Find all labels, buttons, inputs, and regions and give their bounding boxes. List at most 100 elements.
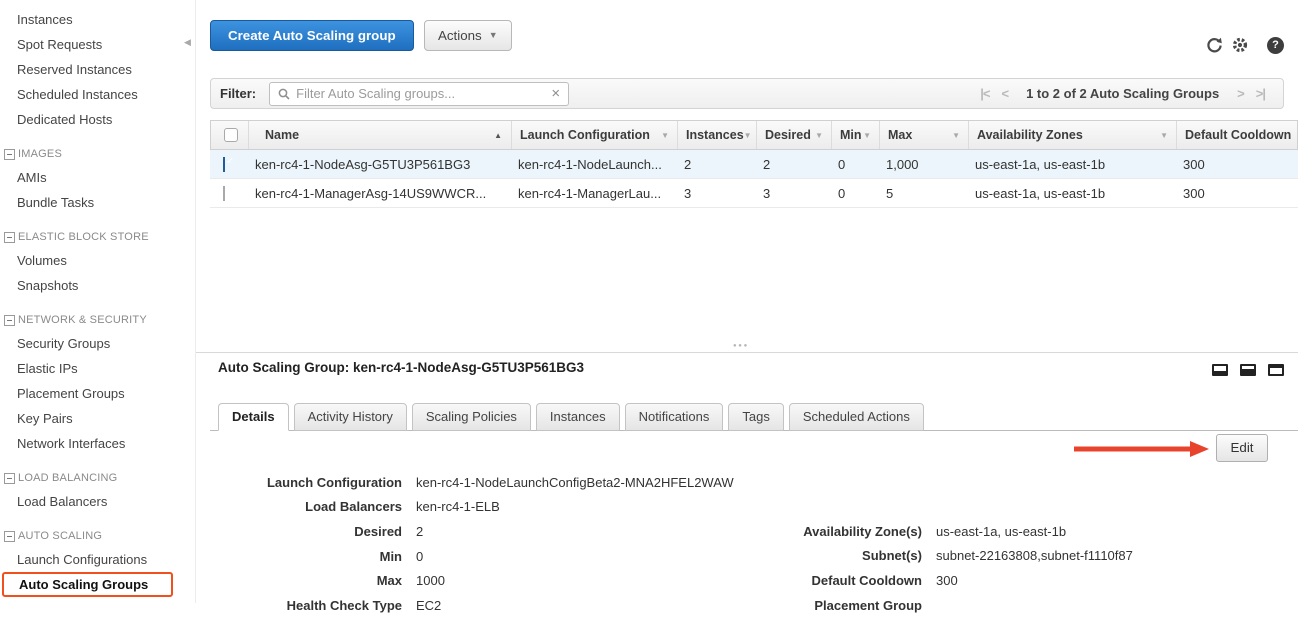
layout-full-pane-icon[interactable]: [1268, 364, 1284, 376]
sidebar-item-key-pairs[interactable]: Key Pairs: [0, 406, 195, 431]
filter-input[interactable]: [296, 86, 545, 101]
sidebar-item-volumes[interactable]: Volumes: [0, 248, 195, 273]
column-caret-icon: ▼: [1160, 131, 1168, 140]
tab-tags[interactable]: Tags: [728, 403, 783, 431]
search-box[interactable]: ×: [269, 82, 569, 106]
asg-table: Name▲ Launch Configuration▼ Instances▼ D…: [210, 120, 1298, 208]
tab-details[interactable]: Details: [218, 403, 289, 431]
cell-min: 0: [830, 186, 878, 201]
cell-desired: 3: [755, 186, 830, 201]
detail-tabs: Details Activity History Scaling Policie…: [210, 401, 1298, 431]
sidebar-section-elastic-block-store[interactable]: ELASTIC BLOCK STORE: [0, 226, 195, 248]
sidebar-item-reserved-instances[interactable]: Reserved Instances: [0, 57, 195, 82]
first-page-icon[interactable]: |<: [974, 86, 995, 101]
annotation-arrow: [1072, 440, 1212, 458]
cell-name: ken-rc4-1-NodeAsg-G5TU3P561BG3: [247, 157, 510, 172]
column-header-max[interactable]: Max▼: [879, 121, 968, 149]
sidebar-item-amis[interactable]: AMIs: [0, 165, 195, 190]
layout-bottom-pane-icon[interactable]: [1212, 364, 1228, 376]
cell-instances: 3: [676, 186, 755, 201]
detail-panel-title: Auto Scaling Group: ken-rc4-1-NodeAsg-G5…: [218, 360, 584, 375]
cell-default-cooldown: 300: [1175, 186, 1298, 201]
section-collapse-icon[interactable]: [4, 315, 15, 326]
field-min: Min 0: [210, 544, 734, 569]
row-checkbox[interactable]: [223, 157, 225, 172]
field-placement-group: Placement Group: [724, 593, 1133, 618]
sidebar-item-dedicated-hosts[interactable]: Dedicated Hosts: [0, 107, 195, 132]
column-header-availability-zones[interactable]: Availability Zones▼: [968, 121, 1176, 149]
cell-max: 1,000: [878, 157, 967, 172]
cell-launch-configuration: ken-rc4-1-NodeLaunch...: [510, 157, 676, 172]
pagination: |< < 1 to 2 of 2 Auto Scaling Groups > >…: [974, 86, 1271, 101]
cell-min: 0: [830, 157, 878, 172]
tab-instances[interactable]: Instances: [536, 403, 620, 431]
section-collapse-icon[interactable]: [4, 149, 15, 160]
sidebar-section-images[interactable]: IMAGES: [0, 143, 195, 165]
cell-launch-configuration: ken-rc4-1-ManagerLau...: [510, 186, 676, 201]
field-default-cooldown: Default Cooldown 300: [724, 568, 1133, 593]
sidebar-item-auto-scaling-groups[interactable]: Auto Scaling Groups: [2, 572, 173, 597]
create-auto-scaling-group-button[interactable]: Create Auto Scaling group: [210, 20, 414, 51]
sidebar-item-placement-groups[interactable]: Placement Groups: [0, 381, 195, 406]
section-collapse-icon[interactable]: [4, 473, 15, 484]
tab-notifications[interactable]: Notifications: [625, 403, 724, 431]
tab-activity-history[interactable]: Activity History: [294, 403, 407, 431]
section-collapse-icon[interactable]: [4, 531, 15, 542]
sort-asc-icon: ▲: [494, 131, 502, 140]
column-header-default-cooldown[interactable]: Default Cooldown: [1176, 121, 1298, 149]
sidebar-section-auto-scaling[interactable]: AUTO SCALING: [0, 525, 195, 547]
table-row[interactable]: ken-rc4-1-NodeAsg-G5TU3P561BG3 ken-rc4-1…: [210, 150, 1298, 179]
column-header-min[interactable]: Min▼: [831, 121, 879, 149]
last-page-icon[interactable]: >|: [1250, 86, 1271, 101]
tab-scaling-policies[interactable]: Scaling Policies: [412, 403, 531, 431]
column-header-instances[interactable]: Instances▼: [677, 121, 756, 149]
cell-availability-zones: us-east-1a, us-east-1b: [967, 157, 1175, 172]
gear-icon[interactable]: [1231, 36, 1249, 54]
filter-bar: Filter: × |< < 1 to 2 of 2 Auto Scaling …: [210, 78, 1284, 109]
prev-page-icon[interactable]: <: [995, 86, 1014, 101]
column-header-launch-configuration[interactable]: Launch Configuration▼: [511, 121, 677, 149]
column-header-name[interactable]: Name▲: [248, 121, 511, 149]
field-desired: Desired 2: [210, 519, 734, 544]
collapse-sidebar-icon[interactable]: ◀: [181, 31, 194, 53]
help-icon[interactable]: ?: [1267, 37, 1284, 54]
sidebar-item-instances[interactable]: Instances: [0, 7, 195, 32]
field-health-check-type: Health Check Type EC2: [210, 593, 734, 618]
next-page-icon[interactable]: >: [1231, 86, 1250, 101]
sidebar-item-security-groups[interactable]: Security Groups: [0, 331, 195, 356]
row-checkbox[interactable]: [223, 186, 225, 201]
field-load-balancers: Load Balancers ken-rc4-1-ELB: [210, 495, 734, 520]
cell-desired: 2: [755, 157, 830, 172]
search-icon: [278, 88, 290, 100]
select-all-checkbox[interactable]: [224, 128, 238, 142]
tab-scheduled-actions[interactable]: Scheduled Actions: [789, 403, 924, 431]
sidebar-item-network-interfaces[interactable]: Network Interfaces: [0, 431, 195, 456]
sidebar-item-bundle-tasks[interactable]: Bundle Tasks: [0, 190, 195, 215]
pane-resize-handle[interactable]: ● ● ●: [733, 343, 747, 349]
field-availability-zones: Availability Zone(s) us-east-1a, us-east…: [724, 519, 1133, 544]
refresh-icon[interactable]: [1206, 37, 1223, 54]
sidebar-item-launch-configurations[interactable]: Launch Configurations: [0, 547, 195, 572]
chevron-down-icon: ▼: [489, 21, 498, 50]
sidebar-item-elastic-ips[interactable]: Elastic IPs: [0, 356, 195, 381]
sidebar-item-snapshots[interactable]: Snapshots: [0, 273, 195, 298]
cell-default-cooldown: 300: [1175, 157, 1298, 172]
edit-button[interactable]: Edit: [1216, 434, 1268, 462]
column-header-desired[interactable]: Desired▼: [756, 121, 831, 149]
table-row[interactable]: ken-rc4-1-ManagerAsg-14US9WWCR... ken-rc…: [210, 179, 1298, 208]
sidebar-item-scheduled-instances[interactable]: Scheduled Instances: [0, 82, 195, 107]
layout-split-pane-icon[interactable]: [1240, 364, 1256, 376]
sidebar-item-load-balancers[interactable]: Load Balancers: [0, 489, 195, 514]
sidebar-section-load-balancing[interactable]: LOAD BALANCING: [0, 467, 195, 489]
actions-button[interactable]: Actions ▼: [424, 20, 512, 51]
pagination-summary: 1 to 2 of 2 Auto Scaling Groups: [1026, 86, 1219, 101]
clear-filter-icon[interactable]: ×: [551, 86, 560, 101]
filter-label: Filter:: [220, 86, 256, 101]
detail-fields-left: Launch Configuration ken-rc4-1-NodeLaunc…: [210, 470, 734, 618]
sidebar-section-network-security[interactable]: NETWORK & SECURITY: [0, 309, 195, 331]
pane-divider: [196, 352, 1298, 353]
header-checkbox-cell: [211, 121, 248, 149]
pane-layout-controls: [1212, 364, 1284, 376]
section-collapse-icon[interactable]: [4, 232, 15, 243]
sidebar-item-spot-requests[interactable]: Spot Requests: [0, 32, 195, 57]
